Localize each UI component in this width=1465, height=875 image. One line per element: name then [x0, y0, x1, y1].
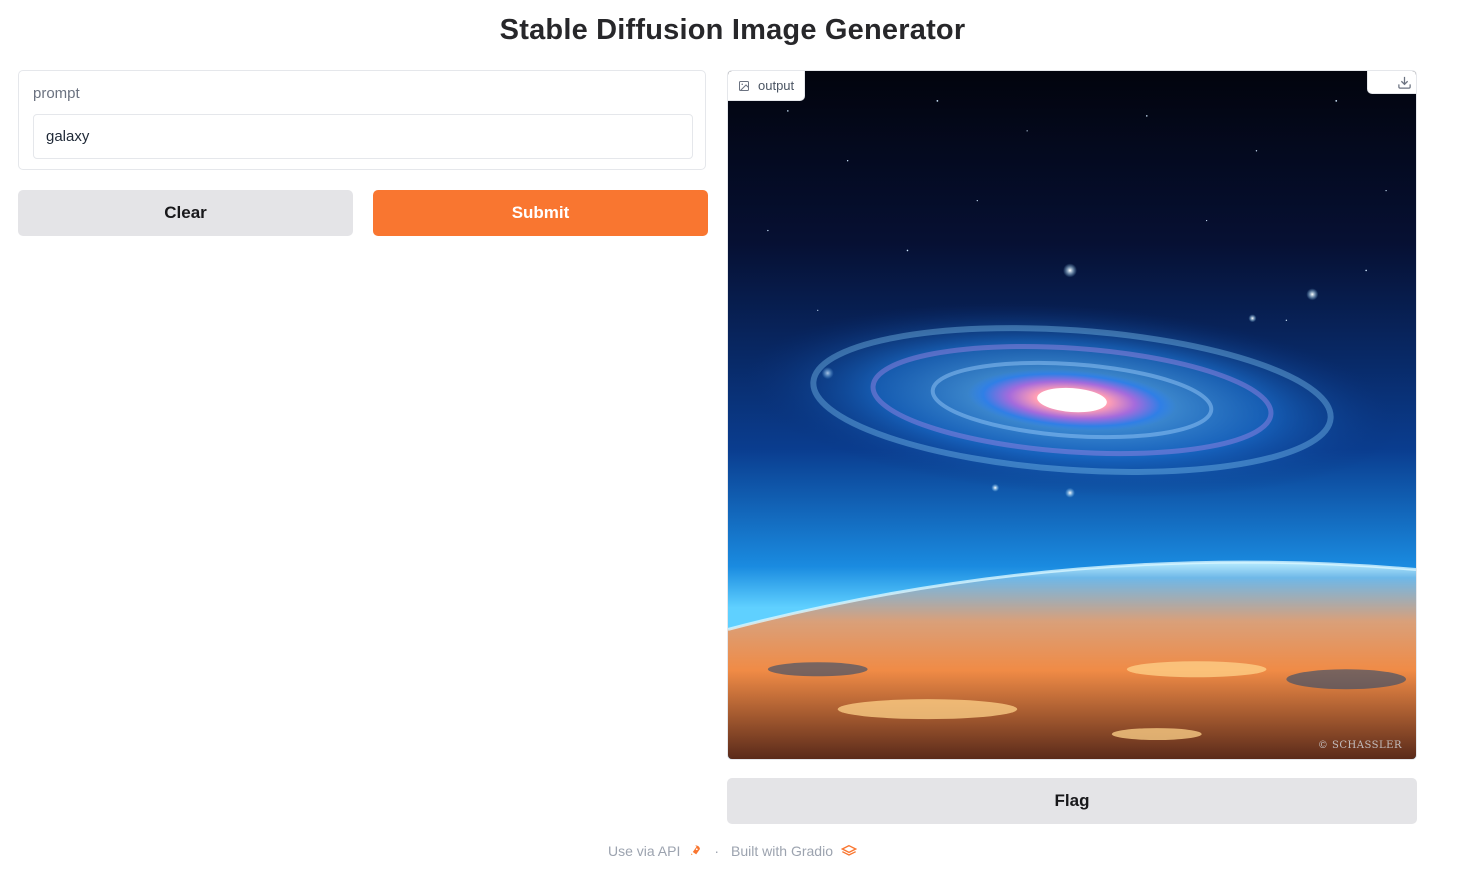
generated-galaxy-image — [728, 71, 1416, 759]
built-with-gradio-link[interactable]: Built with Gradio — [731, 843, 857, 859]
footer: Use via API · Built with Gradio — [0, 843, 1465, 859]
footer-separator: · — [714, 843, 720, 859]
output-label-tag: output — [728, 71, 806, 101]
gradio-logo-icon — [840, 844, 857, 856]
built-with-gradio-label: Built with Gradio — [731, 843, 833, 859]
output-image-panel: output © SCHASSLER — [727, 70, 1417, 760]
clear-button[interactable]: Clear — [18, 190, 353, 236]
prompt-block: prompt — [18, 70, 706, 170]
rocket-icon — [691, 845, 701, 856]
download-button[interactable] — [1367, 71, 1416, 94]
output-label: output — [758, 78, 795, 93]
prompt-label: prompt — [33, 85, 80, 102]
use-via-api-link[interactable]: Use via API — [608, 843, 702, 859]
download-icon — [1398, 76, 1411, 89]
page-title: Stable Diffusion Image Generator — [499, 14, 966, 46]
submit-button[interactable]: Submit — [373, 190, 708, 236]
use-via-api-label: Use via API — [608, 843, 681, 859]
image-icon — [739, 80, 749, 91]
flag-button[interactable]: Flag — [727, 778, 1417, 824]
prompt-input[interactable] — [33, 114, 693, 159]
image-watermark: © SCHASSLER — [1317, 740, 1402, 751]
